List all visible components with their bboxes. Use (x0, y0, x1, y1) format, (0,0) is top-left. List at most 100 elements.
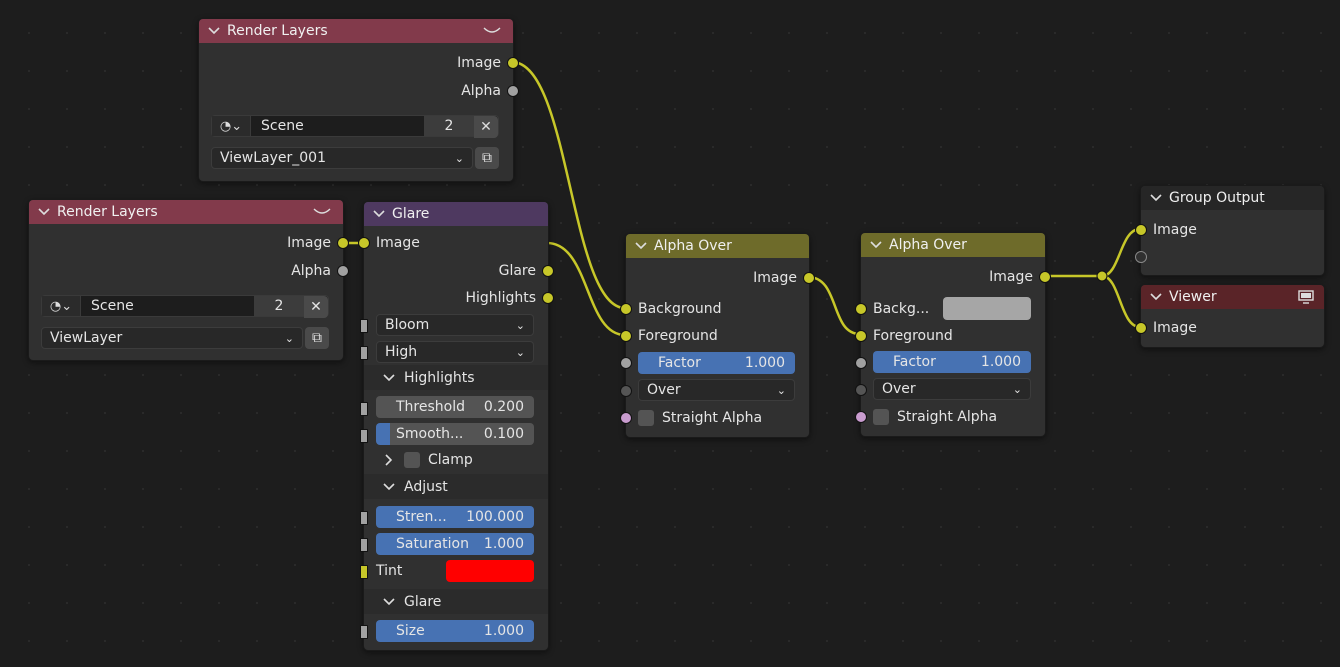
render-layers-node-2[interactable]: Render Layers Image Alpha ◔⌄ Scene 2 ✕ V… (28, 199, 349, 361)
quality-socket[interactable] (360, 346, 368, 360)
size-slider[interactable]: Size 1.000 (376, 620, 534, 642)
blend-mode-dropdown[interactable]: Over ⌄ (638, 379, 795, 401)
output-alpha-socket[interactable] (507, 85, 519, 97)
straight-alpha-checkbox[interactable] (638, 410, 654, 426)
chevron-down-icon[interactable] (634, 239, 648, 253)
straight-alpha-row[interactable]: Straight Alpha (638, 405, 762, 431)
view-layer-dropdown[interactable]: ViewLayer ⌄ (41, 327, 303, 349)
panel-adjust[interactable]: Adjust (364, 474, 548, 499)
type-socket[interactable] (360, 319, 368, 333)
chevron-down-icon[interactable] (207, 24, 221, 38)
tint-socket[interactable] (360, 565, 368, 579)
input-foreground-socket[interactable] (855, 330, 867, 342)
input-image-socket[interactable] (358, 237, 370, 249)
output-highlights-socket[interactable] (542, 292, 554, 304)
factor-slider[interactable]: Factor 1.000 (638, 352, 795, 374)
factor-socket[interactable] (620, 357, 632, 369)
monitor-icon[interactable] (1298, 290, 1314, 304)
strength-slider[interactable]: Stren... 100.000 (376, 506, 534, 528)
size-socket[interactable] (360, 625, 368, 639)
chevron-down-icon[interactable] (869, 238, 883, 252)
factor-slider[interactable]: Factor 1.000 (873, 351, 1031, 373)
node-header[interactable]: Render Layers (199, 19, 513, 43)
smoothness-slider[interactable]: Smooth... 0.100 (376, 423, 534, 445)
node-title: Viewer (1169, 289, 1217, 305)
node-header[interactable]: Viewer (1141, 285, 1324, 309)
panel-glare[interactable]: Glare (364, 589, 548, 614)
scene-name[interactable]: Scene (81, 298, 251, 314)
output-image-socket[interactable] (337, 237, 349, 249)
collapse-icon[interactable] (483, 27, 501, 35)
panel-highlights[interactable]: Highlights (364, 365, 548, 390)
output-glare-socket[interactable] (542, 265, 554, 277)
glare-node[interactable]: Glare Image Glare Highlights Bloom ⌄ High… (358, 201, 554, 651)
scene-icon[interactable]: ◔⌄ (42, 296, 81, 316)
straight-alpha-socket[interactable] (620, 412, 632, 424)
empty-input-socket[interactable] (1135, 251, 1147, 263)
node-header[interactable]: Alpha Over (861, 233, 1045, 257)
collapse-icon[interactable] (313, 208, 331, 216)
input-image-socket[interactable] (1135, 322, 1147, 334)
output-image-socket[interactable] (803, 272, 815, 284)
output-alpha: Alpha (291, 263, 331, 279)
scene-selector[interactable]: ◔⌄ Scene 2 ✕ (211, 115, 499, 138)
clamp-checkbox[interactable] (404, 452, 420, 468)
input-image: Image (376, 235, 420, 251)
smoothness-socket[interactable] (360, 429, 368, 443)
viewer-node[interactable]: Viewer Image (1135, 284, 1325, 348)
group-output-node[interactable]: Group Output Image (1135, 185, 1325, 276)
input-background-socket[interactable] (855, 303, 867, 315)
node-header[interactable]: Glare (364, 202, 548, 226)
output-alpha-socket[interactable] (337, 265, 349, 277)
chevron-down-icon[interactable] (1149, 191, 1163, 205)
scene-users-count[interactable]: 2 (424, 116, 474, 136)
alpha-over-node-1[interactable]: Alpha Over Image Background Foreground F… (620, 233, 815, 438)
background-color-swatch[interactable] (943, 297, 1031, 320)
output-image-socket[interactable] (507, 57, 519, 69)
chevron-down-icon[interactable] (1149, 290, 1163, 304)
straight-alpha-checkbox[interactable] (873, 409, 889, 425)
mode-socket[interactable] (855, 384, 867, 396)
threshold-socket[interactable] (360, 402, 368, 416)
chevron-down-icon: ⌄ (515, 318, 525, 332)
glare-type-dropdown[interactable]: Bloom ⌄ (376, 314, 534, 336)
chevron-down-icon: ⌄ (515, 345, 525, 359)
tint-color-swatch[interactable] (446, 560, 534, 582)
blend-mode-dropdown[interactable]: Over ⌄ (873, 378, 1031, 400)
saturation-socket[interactable] (360, 538, 368, 552)
chevron-right-icon[interactable] (382, 453, 396, 467)
chevron-down-icon[interactable] (372, 207, 386, 221)
input-image-socket[interactable] (1135, 224, 1147, 236)
clamp-row[interactable]: Clamp (382, 447, 473, 473)
output-image-socket[interactable] (1039, 271, 1051, 283)
render-layer-icon-button[interactable]: ⧉ (475, 147, 499, 169)
link-ao1-to-ao2-foreground (807, 275, 861, 336)
strength-socket[interactable] (360, 511, 368, 525)
view-layer-dropdown[interactable]: ViewLayer_001 ⌄ (211, 147, 473, 169)
input-background-socket[interactable] (620, 303, 632, 315)
saturation-slider[interactable]: Saturation 1.000 (376, 533, 534, 555)
mode-socket[interactable] (620, 385, 632, 397)
node-header[interactable]: Render Layers (29, 200, 343, 224)
straight-alpha-row[interactable]: Straight Alpha (873, 404, 997, 430)
scene-icon[interactable]: ◔⌄ (212, 116, 251, 136)
scene-users-count[interactable]: 2 (254, 296, 304, 316)
input-foreground-socket[interactable] (620, 330, 632, 342)
node-header[interactable]: Alpha Over (626, 234, 809, 258)
chevron-down-icon (383, 597, 395, 605)
scene-name[interactable]: Scene (251, 118, 421, 134)
render-layers-node-1[interactable]: Render Layers Image Alpha ◔⌄ Scene 2 ✕ V… (198, 18, 519, 182)
alpha-over-node-2[interactable]: Alpha Over Image Backg... Foreground Fac… (855, 232, 1051, 437)
factor-socket[interactable] (855, 357, 867, 369)
scene-selector[interactable]: ◔⌄ Scene 2 ✕ (41, 295, 329, 318)
render-layer-icon-button[interactable]: ⧉ (305, 327, 329, 349)
output-glare: Glare (498, 263, 536, 279)
chevron-down-icon[interactable] (37, 205, 51, 219)
link-glare-to-ao1-foreground (546, 241, 626, 337)
threshold-slider[interactable]: Threshold 0.200 (376, 396, 534, 418)
node-header[interactable]: Group Output (1141, 186, 1324, 210)
straight-alpha-socket[interactable] (855, 411, 867, 423)
quality-dropdown[interactable]: High ⌄ (376, 341, 534, 363)
unlink-scene-button[interactable]: ✕ (474, 116, 498, 138)
unlink-scene-button[interactable]: ✕ (304, 296, 328, 318)
